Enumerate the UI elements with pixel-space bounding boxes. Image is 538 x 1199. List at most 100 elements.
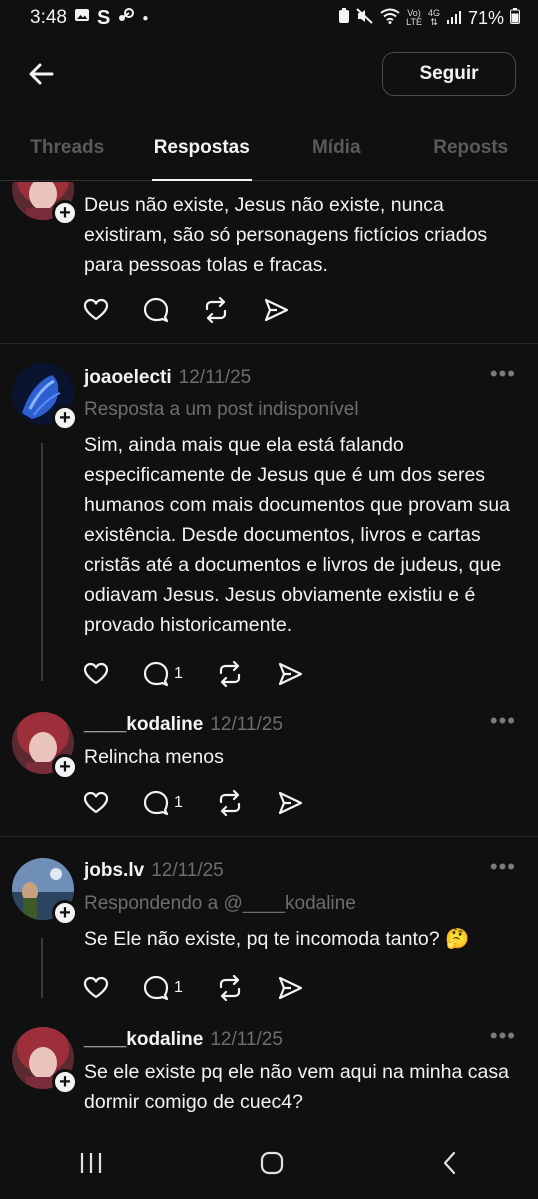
battery-saver-icon <box>338 7 350 29</box>
post-date: 12/11/25 <box>178 367 252 388</box>
share-button[interactable] <box>263 298 289 322</box>
repost-icon <box>219 661 241 687</box>
follow-plus-icon[interactable]: + <box>52 405 78 431</box>
share-button[interactable] <box>277 976 303 1000</box>
post-text: Sim, ainda mais que ela está falando esp… <box>84 434 510 636</box>
repost-icon <box>219 790 241 816</box>
post-meta: ____kodaline 12/11/25 <box>84 714 283 736</box>
like-button[interactable] <box>83 791 109 815</box>
steam-icon <box>117 7 135 29</box>
post-actions: 1 <box>83 973 337 1003</box>
post-date: 12/11/25 <box>151 860 224 881</box>
avatar[interactable]: + <box>12 858 78 926</box>
tab-media[interactable]: Mídia <box>269 120 404 180</box>
signal-icon <box>446 8 462 29</box>
status-bar: 3:48 S ● Vo) LTE 4G ⇅ 71% <box>0 0 538 36</box>
heart-icon <box>83 791 109 814</box>
replies-feed[interactable]: + Deus não existe, Jesus não existe, nun… <box>0 182 538 1132</box>
more-options-icon[interactable]: ••• <box>490 708 516 734</box>
tab-reposts[interactable]: Reposts <box>404 120 538 180</box>
more-options-icon[interactable]: ••• <box>490 361 516 387</box>
more-options-icon[interactable]: ••• <box>490 1023 516 1049</box>
repost-icon <box>205 297 227 323</box>
send-icon <box>278 791 303 815</box>
recent-apps-icon[interactable] <box>78 1151 104 1180</box>
mute-icon <box>356 7 374 29</box>
reply-button[interactable]: 1 <box>143 975 183 1001</box>
share-button[interactable] <box>277 662 303 686</box>
reply-context: Respondendo a @____kodaline <box>84 893 356 914</box>
thread-line <box>41 938 43 998</box>
system-back-icon[interactable] <box>440 1150 460 1181</box>
avatar[interactable]: + <box>12 1027 78 1095</box>
follow-button[interactable]: Seguir <box>382 52 516 96</box>
heart-icon <box>83 976 109 999</box>
avatar[interactable]: + <box>12 182 78 226</box>
send-icon <box>278 976 303 1000</box>
post-date: 12/11/25 <box>210 714 283 735</box>
avatar[interactable]: + <box>12 712 78 780</box>
username[interactable]: joaoelecti <box>84 367 172 389</box>
status-time: 3:48 <box>30 7 67 28</box>
reply-button[interactable] <box>143 297 169 323</box>
reply-count: 1 <box>174 665 183 682</box>
repost-button[interactable] <box>203 297 229 323</box>
post-actions: 1 <box>83 659 337 689</box>
reply-count: 1 <box>174 979 183 996</box>
system-navigation-bar <box>0 1132 538 1199</box>
repost-button[interactable] <box>217 790 243 816</box>
heart-icon <box>83 298 109 321</box>
battery-icon <box>510 7 520 29</box>
username[interactable]: jobs.lv <box>84 860 144 882</box>
post-actions: 1 <box>83 788 337 818</box>
post-text: Relincha menos <box>84 746 224 768</box>
post-text: Deus não existe, Jesus não existe, nunca… <box>84 194 488 276</box>
post-text: Se ele existe pq ele não vem aqui na min… <box>84 1061 509 1113</box>
repost-icon <box>219 975 241 1001</box>
share-button[interactable] <box>277 791 303 815</box>
home-icon[interactable] <box>259 1150 285 1181</box>
network-gen-indicator: 4G ⇅ <box>427 8 440 27</box>
reply-context: Resposta a um post indisponível <box>84 399 359 420</box>
tab-threads[interactable]: Threads <box>0 120 135 180</box>
post-text: Se Ele não existe, pq te incomoda tanto?… <box>84 928 470 950</box>
more-options-icon[interactable]: ••• <box>490 854 516 880</box>
wifi-icon <box>380 8 400 29</box>
heart-icon <box>83 662 109 685</box>
profile-tabs: Threads Respostas Mídia Reposts <box>0 120 538 181</box>
send-icon <box>264 298 289 322</box>
post-date: 12/11/25 <box>210 1029 283 1050</box>
volte-indicator: Vo) LTE <box>406 8 422 27</box>
follow-plus-icon[interactable]: + <box>52 200 78 226</box>
like-button[interactable] <box>83 662 109 686</box>
profile-header: Seguir <box>0 50 538 98</box>
username[interactable]: ____kodaline <box>84 714 203 736</box>
repost-button[interactable] <box>217 661 243 687</box>
reply-count: 1 <box>174 794 183 811</box>
tab-replies[interactable]: Respostas <box>135 120 270 180</box>
comment-icon <box>143 297 169 323</box>
username[interactable]: ____kodaline <box>84 1029 203 1051</box>
gallery-icon <box>74 7 90 29</box>
repost-button[interactable] <box>217 975 243 1001</box>
battery-percent: 71% <box>467 7 504 28</box>
avatar[interactable]: + <box>12 363 78 431</box>
post-meta: jobs.lv 12/11/25 <box>84 860 224 882</box>
divider <box>0 836 538 837</box>
s-app-icon: S <box>96 6 111 29</box>
send-icon <box>278 662 303 686</box>
divider <box>0 343 538 344</box>
like-button[interactable] <box>83 298 109 322</box>
comment-icon <box>143 975 169 1001</box>
follow-plus-icon[interactable]: + <box>52 754 78 780</box>
follow-plus-icon[interactable]: + <box>52 900 78 926</box>
post-meta: ____kodaline 12/11/25 <box>84 1029 283 1051</box>
notification-dot-icon: ● <box>142 12 149 24</box>
thread-line <box>41 443 43 681</box>
post-actions <box>83 295 323 325</box>
like-button[interactable] <box>83 976 109 1000</box>
back-arrow-icon[interactable] <box>26 60 58 88</box>
reply-button[interactable]: 1 <box>143 790 183 816</box>
reply-button[interactable]: 1 <box>143 661 183 687</box>
follow-plus-icon[interactable]: + <box>52 1069 78 1095</box>
